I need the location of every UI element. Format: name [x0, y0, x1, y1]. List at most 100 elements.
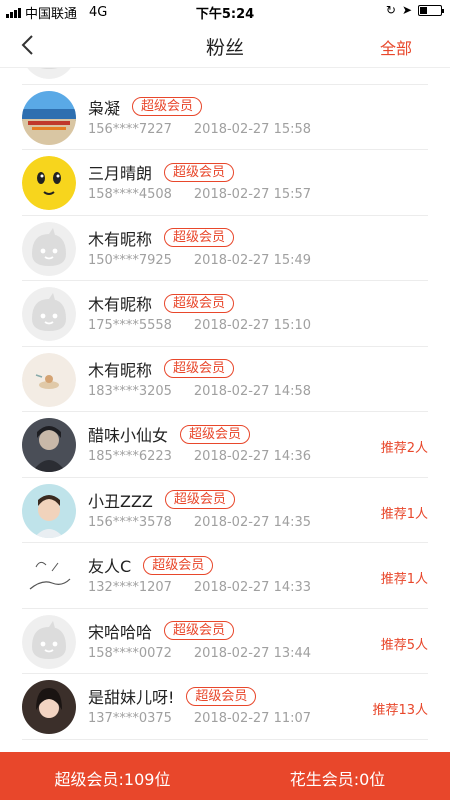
fan-name-line: 友人C 超级会员 — [88, 553, 214, 577]
fan-meta: 175****5558 2018-02-27 15:10 — [88, 318, 311, 333]
fan-name: 三月晴朗 — [88, 164, 153, 183]
fan-join-date: 2018-02-27 15:10 — [193, 318, 312, 333]
fan-meta: 189****3595 2018-02-27 16:28 — [88, 68, 311, 71]
fan-row[interactable]: 木有昵称 超级会员 150****7925 2018-02-27 15:49 — [0, 216, 450, 282]
member-badge: 超级会员 — [164, 228, 235, 247]
fan-phone: 189****3595 — [88, 68, 172, 71]
fan-name: 醋味小仙女 — [88, 426, 169, 445]
fan-name-line: 木有昵称 超级会员 — [88, 357, 235, 381]
fan-name-line: 醋味小仙女 超级会员 — [88, 422, 251, 446]
referral-count: 推荐2人 — [380, 441, 428, 456]
fan-name: 枭凝 — [88, 98, 121, 118]
sketch-hand-avatar — [22, 549, 76, 603]
portrait-girl-avatar — [22, 680, 76, 734]
nav-bar: 粉丝 全部 — [0, 22, 450, 68]
fan-join-date: 2018-02-27 13:44 — [193, 645, 312, 661]
yellow-smiley-avatar — [22, 156, 76, 210]
fan-row[interactable]: 木有昵称 超级会员 189****35952018-02-27 16:28 — [0, 68, 450, 85]
fan-join-date: 2018-02-27 14:58 — [193, 383, 312, 399]
filter-all-button[interactable]: 全部 — [380, 35, 412, 59]
fan-meta: 156****7227 2018-02-27 15:58 — [88, 122, 311, 137]
fan-join-date: 2018-02-27 15:57 — [193, 187, 312, 202]
member-badge: 超级会员 — [164, 621, 235, 640]
fan-name: 小丑ZZZ — [88, 491, 153, 511]
portrait-boy-avatar — [22, 483, 76, 538]
fan-row[interactable]: 友人C 超级会员 132****1207 2018-02-27 14:33 推荐1… — [0, 543, 450, 609]
default-avatar — [22, 68, 76, 79]
fan-meta: 185****6223 2018-02-27 14:36 — [88, 449, 311, 464]
fan-name: 木有昵称 — [88, 295, 153, 314]
member-summary-bar: 超级会员:109位 花生会员:0位 — [0, 752, 450, 800]
fan-join-date: 2018-02-27 14:35 — [193, 514, 312, 530]
fan-name-line: 木有昵称 超级会员 — [88, 291, 235, 315]
member-badge: 超级会员 — [132, 97, 203, 116]
orientation-lock-icon: ↻ — [385, 3, 396, 17]
fan-name: 木有昵称 — [88, 229, 153, 249]
status-right: ↻ ➤ — [385, 3, 444, 17]
member-badge: 超级会员 — [180, 424, 251, 444]
member-badge: 超级会员 — [164, 162, 235, 182]
default-avatar — [22, 614, 76, 669]
fan-meta: 183****3205 2018-02-27 14:58 — [88, 384, 311, 399]
fan-phone: 183****3205 — [88, 383, 172, 399]
referral-count: 推荐13人 — [372, 703, 428, 718]
fan-name-line: 是甜妹儿呀! 超级会员 — [88, 684, 257, 708]
fan-row[interactable]: 醋味小仙女 超级会员 185****6223 2018-02-27 14:36 推… — [0, 412, 450, 478]
fan-phone: 137****0375 — [88, 711, 172, 726]
fan-row[interactable]: 枭凝 超级会员 156****7227 2018-02-27 15:58 — [0, 85, 450, 151]
fan-join-date: 2018-02-27 14:36 — [193, 449, 312, 464]
super-member-count: 超级会员:109位 — [54, 770, 171, 789]
fan-join-date: 2018-02-27 15:49 — [193, 252, 312, 268]
fan-row[interactable]: 木有昵称 超级会员 175****5558 2018-02-27 15:10 — [0, 281, 450, 347]
fan-row[interactable]: 是甜妹儿呀! 超级会员 137****0375 2018-02-27 11:07 … — [0, 674, 450, 740]
member-badge: 超级会员 — [186, 686, 257, 706]
battery-icon — [418, 4, 444, 16]
fan-join-date: 2018-02-27 14:33 — [193, 580, 312, 595]
member-badge: 超级会员 — [143, 555, 214, 575]
illustration-avatar — [22, 352, 76, 407]
fan-join-date: 2018-02-27 16:28 — [194, 68, 311, 71]
fan-meta: 137****0375 2018-02-27 11:07 — [88, 711, 311, 726]
status-time: 下午5:24 — [195, 7, 255, 22]
fan-phone: 158****0072 — [88, 645, 172, 661]
fan-name: 是甜妹儿呀! — [88, 688, 175, 707]
fan-list-inner: 木有昵称 超级会员 189****3595 2018-02-27 16:28 枭凝… — [0, 68, 450, 740]
member-badge: 超级会员 — [164, 293, 235, 313]
location-icon: ➤ — [401, 3, 412, 17]
fan-phone: 132****1207 — [88, 580, 172, 595]
fan-name-line: 木有昵称 超级会员 — [88, 226, 235, 250]
fan-name: 友人C — [88, 557, 132, 576]
fan-list[interactable]: 木有昵称 超级会员 189****3595 2018-02-27 16:28 枭凝… — [0, 68, 450, 752]
fan-meta: 132****1207 2018-02-27 14:33 — [88, 580, 311, 595]
fan-meta: 150****7925 2018-02-27 15:49 — [88, 253, 311, 268]
fan-name-line: 枭凝 超级会员 — [88, 95, 203, 119]
portrait-dark-avatar — [22, 418, 76, 472]
fan-meta: 158****4508 2018-02-27 15:57 — [88, 187, 311, 202]
fan-phone: 175****5558 — [88, 318, 172, 333]
fan-meta: 158****0072 2018-02-27 13:44 — [88, 646, 311, 661]
referral-count: 推荐1人 — [380, 572, 428, 587]
referral-count: 推荐5人 — [380, 637, 428, 653]
fan-row[interactable]: 三月晴朗 超级会员 158****4508 2018-02-27 15:57 — [0, 150, 450, 216]
fan-row[interactable]: 宋哈哈哈 超级会员 158****0072 2018-02-27 13:44 推荐… — [0, 609, 450, 675]
fan-name-line: 小丑ZZZ 超级会员 — [88, 488, 235, 512]
fan-name-line: 三月晴朗 超级会员 — [88, 160, 235, 184]
fan-phone: 156****7227 — [88, 121, 172, 137]
fan-row[interactable]: 小丑ZZZ 超级会员 156****3578 2018-02-27 14:35 推… — [0, 478, 450, 544]
beach-photo-avatar — [22, 90, 76, 145]
fan-name: 木有昵称 — [88, 360, 153, 380]
status-bar: 中国联通 4G 下午5:24 ↻ ➤ — [0, 0, 450, 22]
fan-phone: 156****3578 — [88, 514, 172, 530]
default-avatar — [22, 287, 76, 341]
fan-phone: 150****7925 — [88, 252, 172, 268]
peanut-member-count: 花生会员:0位 — [289, 770, 386, 789]
member-badge: 超级会员 — [164, 359, 235, 378]
fan-row[interactable]: 木有昵称 超级会员 183****3205 2018-02-27 14:58 — [0, 347, 450, 413]
fan-join-date: 2018-02-27 11:07 — [193, 711, 312, 726]
fan-join-date: 2018-02-27 15:58 — [193, 121, 312, 137]
fan-phone: 158****4508 — [88, 187, 172, 202]
default-avatar — [22, 221, 76, 276]
fan-meta: 156****3578 2018-02-27 14:35 — [88, 515, 311, 530]
fan-name-line: 宋哈哈哈 超级会员 — [88, 619, 235, 643]
fan-name: 宋哈哈哈 — [88, 622, 153, 642]
